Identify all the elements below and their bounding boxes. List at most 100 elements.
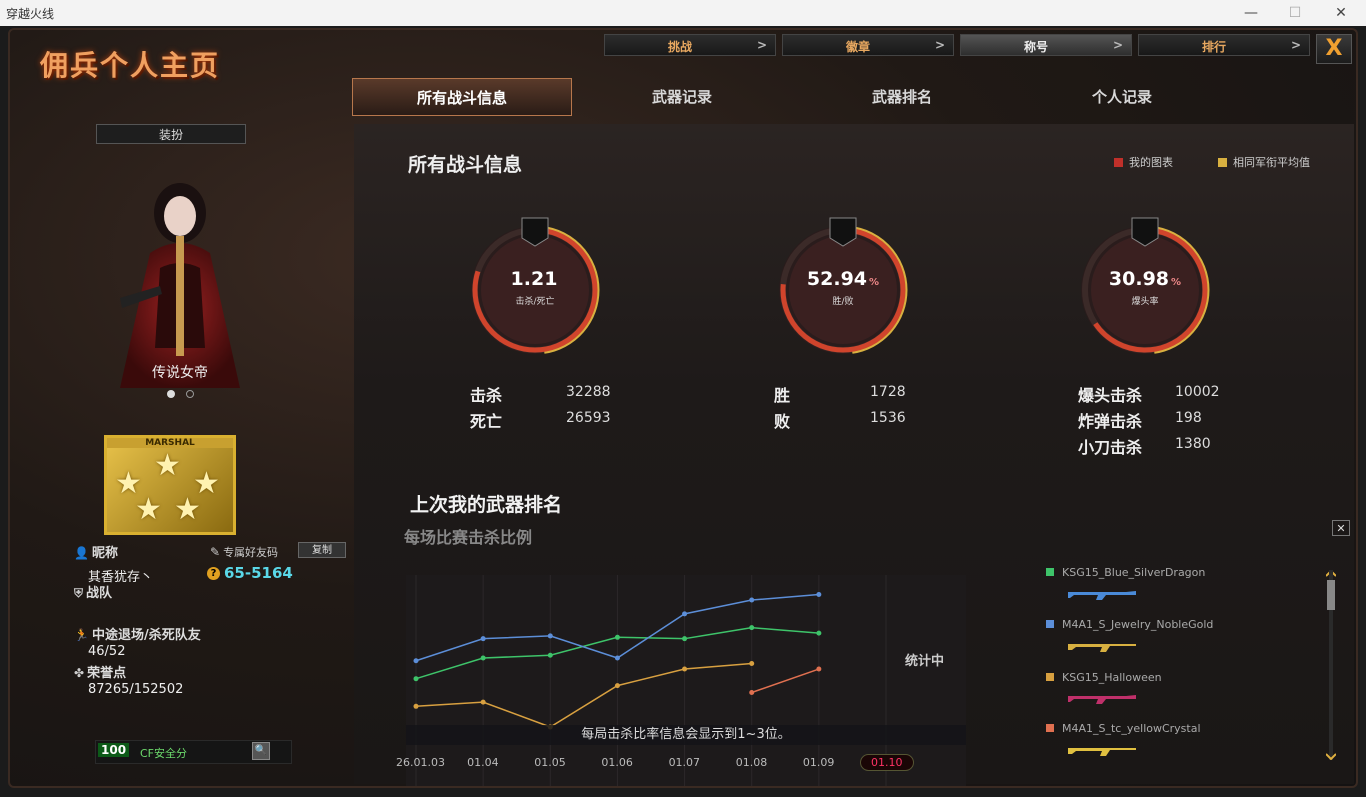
tab-all-battle-info[interactable]: 所有战斗信息 bbox=[352, 78, 572, 116]
rifle-icon bbox=[1068, 644, 1136, 652]
deaths-label: 死亡 bbox=[470, 412, 503, 431]
losses-label: 败 bbox=[774, 412, 791, 431]
scroll-thumb[interactable] bbox=[1327, 580, 1335, 610]
gauge-kd: 1.21 击杀/死亡 bbox=[465, 210, 605, 360]
chart-note: 每局击杀比率信息会显示到1~3位。 bbox=[406, 725, 966, 745]
weapon-name: M4A1_S_Jewelry_NobleGold bbox=[1062, 618, 1214, 631]
quit-row: 🏃 中途退场/杀死队友 bbox=[74, 624, 201, 643]
bomb-kills-label: 炸弹击杀 bbox=[1078, 412, 1143, 431]
weapon-list-scrollbar[interactable] bbox=[1326, 570, 1336, 760]
tab-badges-label: 徽章 bbox=[845, 40, 870, 54]
outfit-button[interactable]: 装扮 bbox=[96, 124, 246, 144]
safety-score-label: CF安全分 bbox=[140, 747, 188, 760]
carousel-dot[interactable] bbox=[186, 390, 194, 398]
search-icon[interactable]: 🔍 bbox=[252, 742, 270, 760]
kills-label: 击杀 bbox=[470, 386, 503, 405]
legend-swatch bbox=[1046, 568, 1054, 576]
x-tick-label[interactable]: 01.10 bbox=[860, 754, 914, 771]
nickname-row: 👤 昵称 bbox=[74, 542, 118, 561]
wins-value: 1728 bbox=[870, 384, 906, 400]
friend-code-value: 65-5164 bbox=[224, 564, 293, 582]
gauge-winrate-value: 52.94% bbox=[806, 268, 880, 290]
tab-challenge[interactable]: 挑战 > bbox=[604, 34, 776, 56]
legend-mine: 我的图表 bbox=[1114, 154, 1173, 170]
window-close-icon[interactable]: ✕ bbox=[1326, 2, 1356, 24]
user-icon: 👤 bbox=[74, 546, 89, 560]
star-icon: ★ bbox=[135, 492, 162, 527]
weapon-legend-item: KSG15_Blue_SilverDragon bbox=[1046, 566, 1205, 579]
headshot-kills-label: 爆头击杀 bbox=[1078, 386, 1143, 405]
game-frame: 佣兵个人主页 挑战 > 徽章 > 称号 > 排行 > X 所有战斗信息 武器记录… bbox=[8, 28, 1358, 788]
losses-value: 1536 bbox=[870, 410, 906, 426]
window-title: 穿越火线 bbox=[6, 7, 55, 21]
team-label: 战队 bbox=[86, 586, 113, 601]
gauge-face bbox=[481, 236, 589, 344]
weapon-name: KSG15_Halloween bbox=[1062, 671, 1162, 684]
honor-row: ✤ 荣誉点 bbox=[74, 662, 126, 681]
chevron-right-icon: > bbox=[1290, 38, 1301, 52]
tab-titles[interactable]: 称号 > bbox=[960, 34, 1132, 56]
laurel-icon: ✤ bbox=[74, 666, 85, 680]
legend-average-label: 相同军衔平均值 bbox=[1233, 156, 1310, 169]
legend-average: 相同军衔平均值 bbox=[1218, 154, 1310, 170]
maximize-icon[interactable]: ☐ bbox=[1280, 2, 1310, 24]
chart-close-button[interactable]: ✕ bbox=[1332, 520, 1350, 536]
star-icon: ★ bbox=[174, 492, 201, 527]
tag-icon: ✎ bbox=[210, 545, 221, 559]
quit-label: 中途退场/杀死队友 bbox=[91, 628, 201, 643]
gauge-face bbox=[789, 236, 897, 344]
gauge-kd-value: 1.21 bbox=[510, 268, 558, 290]
tab-challenge-label: 挑战 bbox=[667, 40, 692, 54]
tab-weapon-records[interactable]: 武器记录 bbox=[572, 78, 792, 116]
copy-button[interactable]: 复制 bbox=[298, 542, 346, 558]
rifle-icon bbox=[1068, 748, 1136, 756]
character-name: 传说女帝 bbox=[152, 365, 208, 381]
quit-value: 46/52 bbox=[88, 644, 126, 659]
x-tick-label: 01.08 bbox=[735, 756, 768, 769]
section-title: 所有战斗信息 bbox=[408, 154, 523, 176]
tab-titles-label: 称号 bbox=[1023, 40, 1048, 54]
weapon-legend-item: KSG15_Halloween bbox=[1046, 671, 1162, 684]
x-tick-label: 01.07 bbox=[668, 756, 701, 769]
legend-swatch-red bbox=[1114, 158, 1123, 167]
x-tick-label: 01.06 bbox=[601, 756, 633, 769]
weapon-ranking-title: 上次我的武器排名 bbox=[410, 494, 563, 516]
gauge-headshot: 30.98% 爆头率 bbox=[1075, 210, 1215, 360]
weapon-legend-item: M4A1_S_tc_yellowCrystal bbox=[1046, 722, 1201, 735]
x-tick-label: 01.05 bbox=[534, 756, 566, 769]
x-tick-label: 26.01.03 bbox=[396, 756, 445, 769]
nickname-label: 昵称 bbox=[91, 546, 118, 561]
rank-badge: MARSHAL ★ ★ ★ ★ ★ bbox=[104, 435, 236, 535]
carousel-dot-active[interactable] bbox=[167, 390, 175, 398]
tab-ranking-label: 排行 bbox=[1201, 40, 1226, 54]
x-tick-label: 01.09 bbox=[802, 756, 835, 769]
minimize-icon[interactable]: — bbox=[1236, 2, 1266, 24]
gauge-kd-label: 击杀/死亡 bbox=[515, 297, 555, 307]
honor-label: 荣誉点 bbox=[87, 666, 127, 681]
chevron-right-icon: > bbox=[934, 38, 945, 52]
gauge-headshot-value: 30.98% bbox=[1108, 268, 1182, 290]
bomb-kills-value: 198 bbox=[1175, 410, 1202, 426]
tab-ranking[interactable]: 排行 > bbox=[1138, 34, 1310, 56]
weapon-name: KSG15_Blue_SilverDragon bbox=[1062, 566, 1206, 579]
headshot-kills-value: 10002 bbox=[1175, 384, 1220, 400]
friend-code-label: 专属好友码 bbox=[223, 546, 279, 559]
close-button[interactable]: X bbox=[1316, 34, 1352, 64]
gauge-face bbox=[1091, 236, 1199, 344]
tab-badges[interactable]: 徽章 > bbox=[782, 34, 954, 56]
honor-value: 87265/152502 bbox=[88, 682, 184, 697]
kills-value: 32288 bbox=[566, 384, 611, 400]
legend-swatch bbox=[1046, 620, 1054, 628]
star-icon: ★ bbox=[154, 448, 181, 483]
shotgun-icon bbox=[1068, 591, 1136, 600]
tab-weapon-ranking[interactable]: 武器排名 bbox=[792, 78, 1012, 116]
weapon-legend-item: M4A1_S_Jewelry_NobleGold bbox=[1046, 618, 1213, 631]
counting-label: 统计中 bbox=[905, 654, 945, 669]
friend-code-row: ✎ 专属好友码 bbox=[210, 544, 278, 560]
running-icon: 🏃 bbox=[74, 628, 89, 642]
tab-personal-records[interactable]: 个人记录 bbox=[1012, 78, 1232, 116]
shield-icon: ⛨ bbox=[74, 586, 84, 600]
question-icon[interactable]: ? bbox=[207, 567, 220, 580]
window-titlebar: 穿越火线 — ☐ ✕ bbox=[0, 0, 1366, 26]
knife-kills-value: 1380 bbox=[1175, 436, 1211, 452]
